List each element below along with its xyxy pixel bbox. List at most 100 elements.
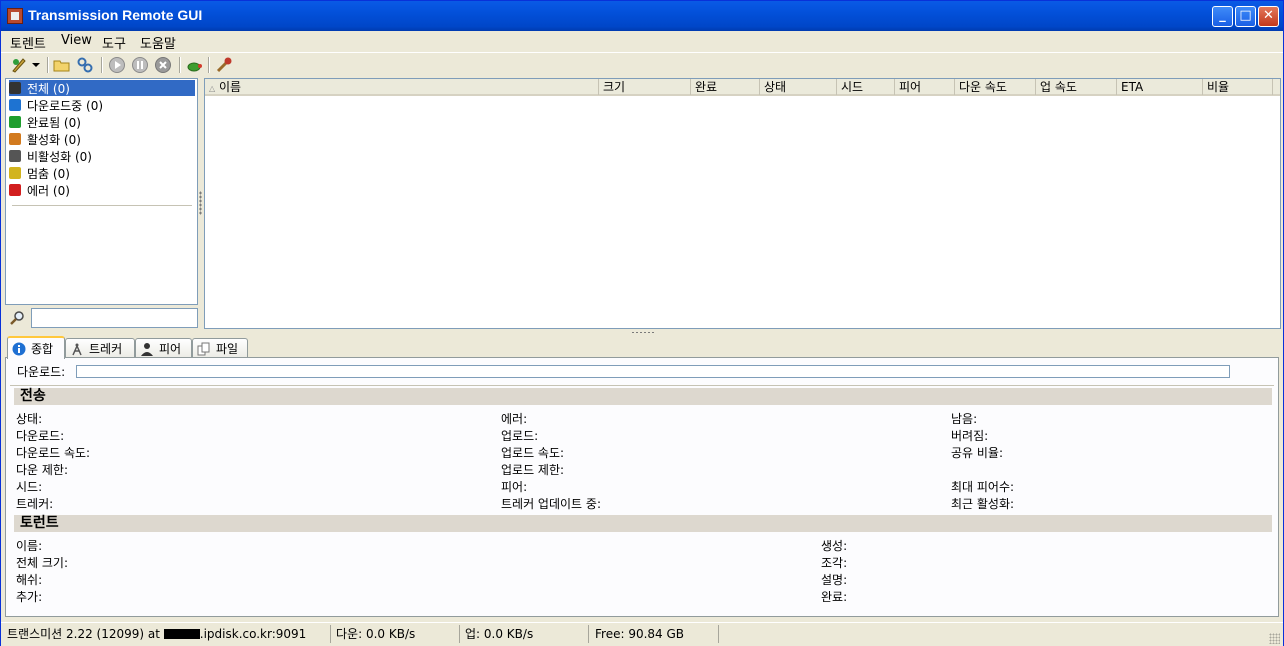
field-total-size: 전체 크기: bbox=[16, 556, 69, 570]
tab-trackers[interactable]: 트레커 bbox=[65, 338, 135, 358]
filter-label: 멈춤 (0) bbox=[27, 166, 70, 181]
field-status: 상태: bbox=[16, 412, 43, 426]
field-added: 추가: bbox=[16, 590, 43, 604]
field-peers: 피어: bbox=[501, 480, 528, 494]
field-upload-speed: 업로드 속도: bbox=[501, 446, 565, 460]
filter-panel: 전체 (0) 다운로드중 (0) 완료됨 (0) 활성화 (0) 비활성화 (0… bbox=[5, 78, 198, 305]
sort-asc-icon: △ bbox=[209, 84, 216, 93]
torrent-list[interactable]: △ 이름 크기 완료 상태 시드 피어 다운 속도 업 속도 ETA 비율 bbox=[204, 78, 1281, 329]
download-progress-bar bbox=[76, 365, 1230, 378]
field-error: 에러: bbox=[501, 412, 528, 426]
col-name[interactable]: △ 이름 bbox=[205, 79, 599, 95]
field-created: 생성: bbox=[821, 539, 848, 553]
add-torrent-icon[interactable] bbox=[10, 56, 28, 74]
field-name: 이름: bbox=[16, 539, 43, 553]
tab-label: 트레커 bbox=[89, 342, 123, 356]
field-hash: 해쉬: bbox=[16, 573, 43, 587]
transfer-section-title: 전송 bbox=[14, 388, 1272, 405]
col-done-label: 완료 bbox=[695, 80, 718, 94]
add-link-icon[interactable] bbox=[76, 56, 94, 74]
title-bar[interactable]: Transmission Remote GUI _ □ ✕ bbox=[1, 1, 1283, 31]
toolbar-separator bbox=[208, 57, 210, 73]
menu-tools[interactable]: 도구 bbox=[102, 33, 126, 52]
redacted-host bbox=[163, 629, 200, 639]
filter-label: 완료됨 (0) bbox=[27, 115, 81, 130]
window-title: Transmission Remote GUI bbox=[28, 7, 203, 23]
col-size-label: 크기 bbox=[603, 80, 626, 94]
col-size[interactable]: 크기 bbox=[599, 79, 691, 95]
tab-peers[interactable]: 피어 bbox=[135, 338, 192, 358]
col-eta[interactable]: ETA bbox=[1117, 79, 1203, 95]
search-input[interactable] bbox=[31, 308, 198, 328]
status-bar: 트랜스미션 2.22 (12099) at .ipdisk.co.kr:9091… bbox=[1, 622, 1283, 646]
app-icon[interactable] bbox=[7, 8, 23, 24]
maximize-icon: □ bbox=[1239, 8, 1252, 23]
active-icon bbox=[9, 133, 21, 145]
col-done[interactable]: 완료 bbox=[691, 79, 760, 95]
menu-help[interactable]: 도움말 bbox=[140, 33, 176, 52]
col-up-speed-label: 업 속도 bbox=[1040, 80, 1077, 94]
tab-general[interactable]: 종합 bbox=[7, 336, 65, 359]
tab-label: 종합 bbox=[31, 342, 54, 356]
col-status-label: 상태 bbox=[764, 80, 787, 94]
col-peers-label: 피어 bbox=[899, 80, 922, 94]
col-status[interactable]: 상태 bbox=[760, 79, 837, 95]
col-down-speed-label: 다운 속도 bbox=[959, 80, 1007, 94]
status-down-speed: 다운: 0.0 KB/s bbox=[333, 625, 460, 643]
col-ratio[interactable]: 비율 bbox=[1203, 79, 1273, 95]
server-prefix: 트랜스미션 2.22 (12099) at bbox=[7, 627, 164, 641]
horizontal-splitter[interactable] bbox=[631, 331, 655, 334]
filter-label: 전체 (0) bbox=[27, 81, 70, 96]
maximize-button[interactable]: □ bbox=[1235, 6, 1256, 27]
settings-wrench-icon[interactable] bbox=[215, 56, 233, 74]
download-icon bbox=[9, 99, 21, 111]
open-folder-icon[interactable] bbox=[53, 56, 71, 74]
minimize-button[interactable]: _ bbox=[1212, 6, 1233, 27]
close-button[interactable]: ✕ bbox=[1258, 6, 1279, 27]
minimize-icon: _ bbox=[1219, 8, 1226, 23]
files-icon bbox=[197, 342, 210, 355]
filter-label: 활성화 (0) bbox=[27, 132, 81, 147]
field-wasted: 버려짐: bbox=[951, 429, 989, 443]
pause-icon bbox=[9, 167, 21, 179]
col-peers[interactable]: 피어 bbox=[895, 79, 955, 95]
field-upload-limit: 업로드 제한: bbox=[501, 463, 565, 477]
filter-active[interactable]: 활성화 (0) bbox=[9, 131, 81, 147]
up-speed-text: 업: 0.0 KB/s bbox=[465, 627, 534, 641]
field-tracker-update: 트레커 업데이트 중: bbox=[501, 497, 601, 511]
start-icon[interactable] bbox=[108, 56, 126, 74]
field-tracker: 트레커: bbox=[16, 497, 54, 511]
column-header: △ 이름 크기 완료 상태 시드 피어 다운 속도 업 속도 ETA 비율 bbox=[205, 79, 1280, 96]
remove-icon[interactable] bbox=[154, 56, 172, 74]
turtle-mode-icon[interactable] bbox=[185, 56, 203, 74]
vertical-splitter[interactable] bbox=[199, 191, 202, 215]
free-space-text: Free: 90.84 GB bbox=[595, 627, 685, 641]
divider bbox=[10, 385, 1274, 386]
pause-icon[interactable] bbox=[131, 56, 149, 74]
filter-error[interactable]: 에러 (0) bbox=[9, 182, 70, 198]
add-dropdown-chevron-icon[interactable] bbox=[32, 62, 40, 68]
filter-divider bbox=[12, 205, 192, 206]
error-icon bbox=[9, 184, 21, 196]
resize-grip[interactable] bbox=[1269, 633, 1280, 644]
filter-inactive[interactable]: 비활성화 (0) bbox=[9, 148, 92, 164]
filter-downloading[interactable]: 다운로드중 (0) bbox=[9, 97, 103, 113]
main-window: Transmission Remote GUI _ □ ✕ 토렌트 View 도… bbox=[0, 0, 1284, 646]
filter-completed[interactable]: 완료됨 (0) bbox=[9, 114, 81, 130]
col-down-speed[interactable]: 다운 속도 bbox=[955, 79, 1036, 95]
toolbar-separator bbox=[101, 57, 103, 73]
col-up-speed[interactable]: 업 속도 bbox=[1036, 79, 1117, 95]
general-tab-page: 다운로드: 전송 상태: 다운로드: 다운로드 속도: 다운 제한: 시드: 트… bbox=[5, 357, 1279, 617]
filter-label: 다운로드중 (0) bbox=[27, 98, 104, 113]
col-seeds[interactable]: 시드 bbox=[837, 79, 895, 95]
menu-view[interactable]: View bbox=[61, 33, 92, 48]
tab-files[interactable]: 파일 bbox=[192, 338, 248, 358]
filter-all[interactable]: 전체 (0) bbox=[9, 80, 195, 96]
field-last-active: 최근 활성화: bbox=[951, 497, 1015, 511]
filter-label: 에러 (0) bbox=[27, 183, 70, 198]
tracker-antenna-icon bbox=[72, 343, 82, 355]
status-server[interactable]: 트랜스미션 2.22 (12099) at .ipdisk.co.kr:9091 bbox=[4, 625, 331, 643]
filter-paused[interactable]: 멈춤 (0) bbox=[9, 165, 70, 181]
menu-torrent[interactable]: 토렌트 bbox=[10, 33, 46, 52]
all-icon bbox=[9, 82, 21, 94]
